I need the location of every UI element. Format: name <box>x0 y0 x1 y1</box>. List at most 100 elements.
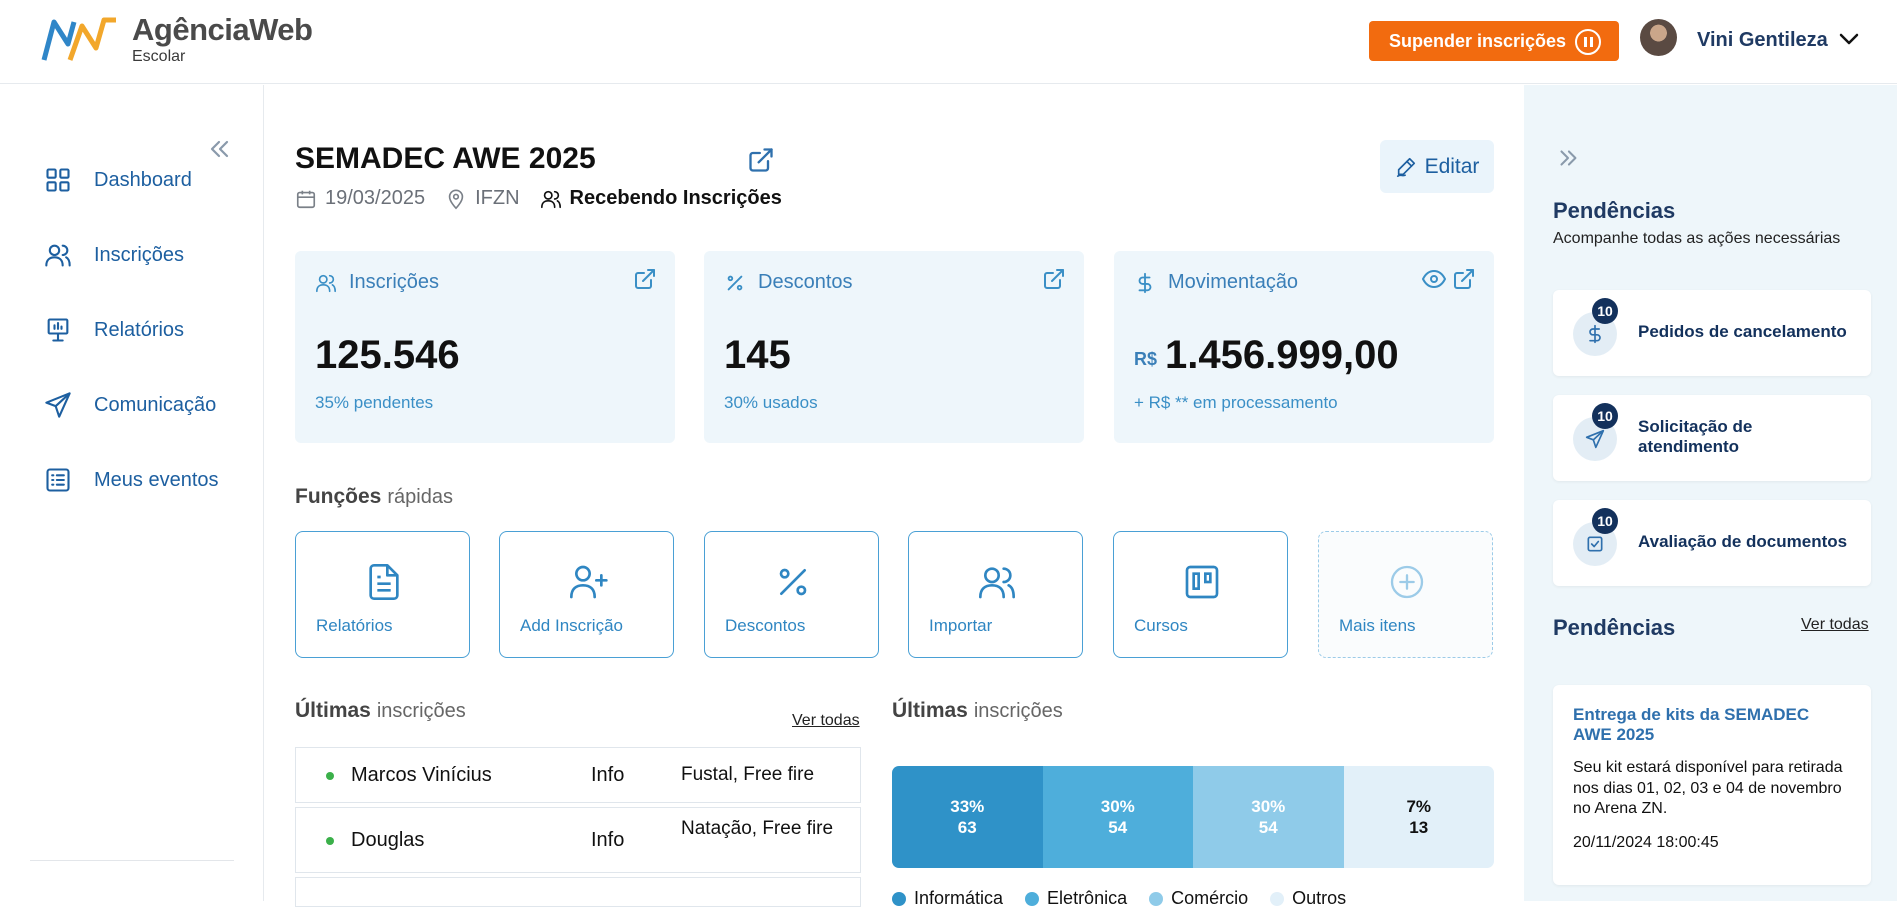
collapse-sidebar-icon[interactable] <box>205 135 233 163</box>
segment-count: 54 <box>1258 818 1278 837</box>
eye-icon[interactable] <box>1422 267 1446 291</box>
stat-card-value: 125.546 <box>315 333 460 377</box>
segment-count: 54 <box>1108 818 1128 837</box>
stat-card-subtext: 35% pendentes <box>315 393 434 412</box>
stat-card-movimentacao: Movimentação R$ 1.456.999,00 + R$ ** em p… <box>1114 251 1494 443</box>
quick-add-inscricao-button[interactable]: Add Inscrição <box>499 531 674 658</box>
segment-percent: 30% <box>1251 796 1286 816</box>
sidebar-item-comunicacao[interactable]: Comunicação <box>44 388 216 422</box>
legend-item: Eletrônica <box>1025 888 1127 909</box>
segment-percent: 30% <box>1100 796 1135 816</box>
external-link-icon[interactable] <box>1042 267 1066 291</box>
event-status: Recebendo Inscrições <box>540 187 782 210</box>
sidebar-item-label: Inscrições <box>94 243 185 266</box>
chevron-down-icon[interactable] <box>1838 32 1860 46</box>
user-plus-icon <box>570 565 608 599</box>
distribution-segment: 30% 54 <box>1042 766 1193 868</box>
page-title: SEMADEC AWE 2025 <box>295 142 596 175</box>
users-icon <box>979 567 1015 599</box>
segment-percent: 33% <box>950 796 985 816</box>
edit-button[interactable]: Editar <box>1380 140 1494 193</box>
latest-registrations-title: Últimas inscrições <box>295 699 466 722</box>
avatar[interactable] <box>1640 19 1677 56</box>
sidebar-item-dashboard[interactable]: Dashboard <box>44 163 192 197</box>
distribution-legend: Informática Eletrônica Comércio Outros <box>892 888 1346 909</box>
legend-item: Outros <box>1270 888 1346 909</box>
legend-item: Comércio <box>1149 888 1248 909</box>
quick-cursos-button[interactable]: Cursos <box>1113 531 1288 658</box>
agenciaweb-logo[interactable] <box>40 14 120 66</box>
distribution-title: Últimas inscrições <box>892 699 1063 722</box>
segment-count: 63 <box>957 818 977 837</box>
top-header: AgênciaWeb Escolar Supender inscrições V… <box>0 0 1897 84</box>
distribution-segment: 33% 63 <box>892 766 1043 868</box>
brand-subtitle: Escolar <box>132 48 186 65</box>
quick-importar-button[interactable]: Importar <box>908 531 1083 658</box>
pending-item-cancelamento[interactable]: 10 Pedidos de cancelamento <box>1553 290 1871 376</box>
legend-item: Informática <box>892 888 1003 909</box>
table-row[interactable]: Marcos Vinícius Info Fustal, Free fire <box>295 747 861 803</box>
sidebar-item-label: Comunicação <box>94 393 217 416</box>
stat-card-descontos: Descontos 145 30% usados <box>704 251 1084 443</box>
file-text-icon <box>369 564 399 600</box>
sidebar-item-meus-eventos[interactable]: Meus eventos <box>44 463 219 497</box>
quick-mais-itens-button[interactable]: Mais itens <box>1318 531 1493 658</box>
external-link-icon[interactable] <box>747 146 775 174</box>
user-name[interactable]: Vini Gentileza <box>1697 29 1828 52</box>
count-badge: 10 <box>1592 403 1618 429</box>
pending-subtitle: Acompanhe todas as ações necessárias <box>1553 230 1841 247</box>
sidebar-item-inscricoes[interactable]: Inscrições <box>44 238 184 272</box>
event-meta: 19/03/2025 IFZN Recebendo Inscrições <box>295 187 802 210</box>
see-all-registrations-link[interactable]: Ver todas <box>792 712 860 730</box>
segment-percent: 7% <box>1406 796 1432 816</box>
suspend-registrations-button[interactable]: Supender inscrições <box>1369 21 1619 61</box>
legend-swatch <box>892 891 906 906</box>
sidebar-item-label: Meus eventos <box>94 468 219 491</box>
distribution-bar: 33% 63 30% 54 30% 54 7% 13 <box>892 766 1494 868</box>
calendar-icon <box>296 190 316 208</box>
external-link-icon[interactable] <box>1452 267 1476 291</box>
sidebar-item-label: Relatórios <box>94 318 185 341</box>
stat-card-title: Descontos <box>758 271 853 293</box>
edit-icon <box>1396 157 1415 177</box>
pending-item-documentos[interactable]: 10 Avaliação de documentos <box>1553 500 1871 586</box>
pending-title: Pendências <box>1553 198 1676 223</box>
quick-descontos-button[interactable]: Descontos <box>704 531 879 658</box>
map-pin-icon <box>448 188 464 209</box>
quick-relatorios-button[interactable]: Relatórios <box>295 531 470 658</box>
edit-button-label: Editar <box>1424 154 1480 178</box>
sidebar: Dashboard Inscrições Relatórios Comunica… <box>0 85 264 901</box>
legend-label: Outros <box>1292 888 1347 908</box>
count-badge: 10 <box>1592 508 1618 534</box>
segment-count: 13 <box>1409 818 1429 837</box>
event-location: IFZN <box>445 187 520 210</box>
brand-name: AgênciaWeb <box>132 12 313 47</box>
see-all-pending-link[interactable]: Ver todas <box>1801 616 1869 634</box>
table-row[interactable]: Douglas Info Natação, Free fire <box>295 807 861 873</box>
list-icon <box>46 468 70 492</box>
status-dot <box>326 772 334 780</box>
main-content: SEMADEC AWE 2025 19/03/2025 IFZN Receben… <box>265 85 1523 908</box>
stat-card-title: Inscrições <box>349 271 440 293</box>
external-link-icon[interactable] <box>633 267 657 291</box>
users-icon <box>45 244 71 267</box>
legend-swatch <box>1149 891 1164 906</box>
quick-functions-title: Funções rápidas <box>295 485 453 508</box>
collapse-panel-icon[interactable] <box>1555 145 1581 171</box>
notice-card[interactable]: Entrega de kits da SEMADEC AWE 2025 Seu … <box>1553 685 1871 885</box>
count-badge: 10 <box>1592 298 1618 324</box>
percent-icon <box>779 568 807 596</box>
presentation-icon <box>47 318 69 342</box>
pending-panel: Pendências Acompanhe todas as ações nece… <box>1524 85 1897 901</box>
send-icon <box>45 392 71 418</box>
table-row[interactable] <box>295 877 861 907</box>
pending-item-atendimento[interactable]: 10 Solicitação de atendimento <box>1553 395 1871 481</box>
notice-title: Entrega de kits da SEMADEC AWE 2025 <box>1573 705 1810 745</box>
plus-circle-icon <box>1390 565 1424 599</box>
sidebar-item-relatorios[interactable]: Relatórios <box>44 313 184 347</box>
users-icon <box>540 190 561 208</box>
legend-label: Eletrônica <box>1047 888 1128 908</box>
notice-date: 20/11/2024 18:00:45 <box>1573 834 1719 852</box>
stat-card-subtext: + R$ ** em processamento <box>1134 393 1338 412</box>
stat-card-value: R$ 1.456.999,00 <box>1134 333 1399 377</box>
